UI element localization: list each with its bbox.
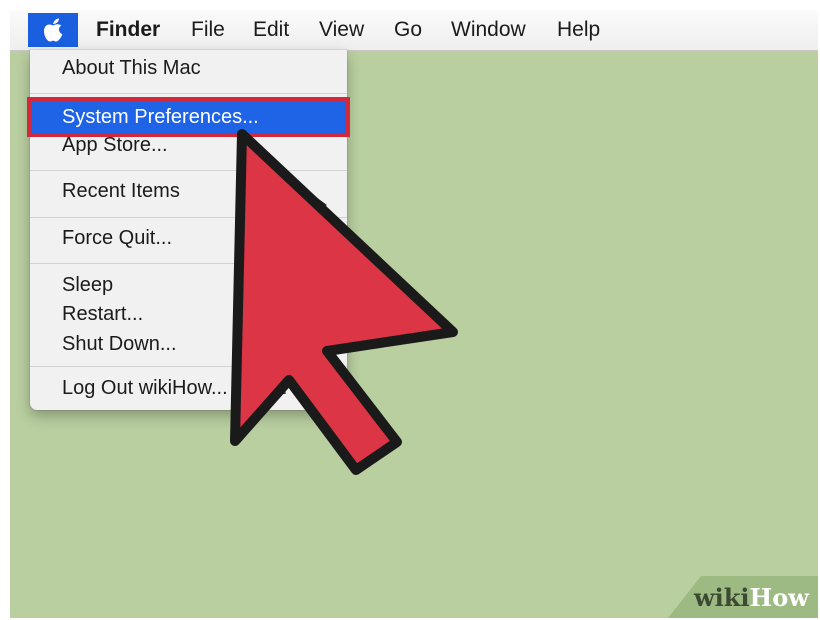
wikihow-watermark: wikiHow bbox=[693, 583, 810, 612]
screenshot-frame: Finder File Edit View Go Window Help Abo… bbox=[10, 10, 818, 618]
arrow-cursor-icon bbox=[230, 129, 458, 475]
svg-text:wikiHow: wikiHow bbox=[693, 583, 810, 612]
